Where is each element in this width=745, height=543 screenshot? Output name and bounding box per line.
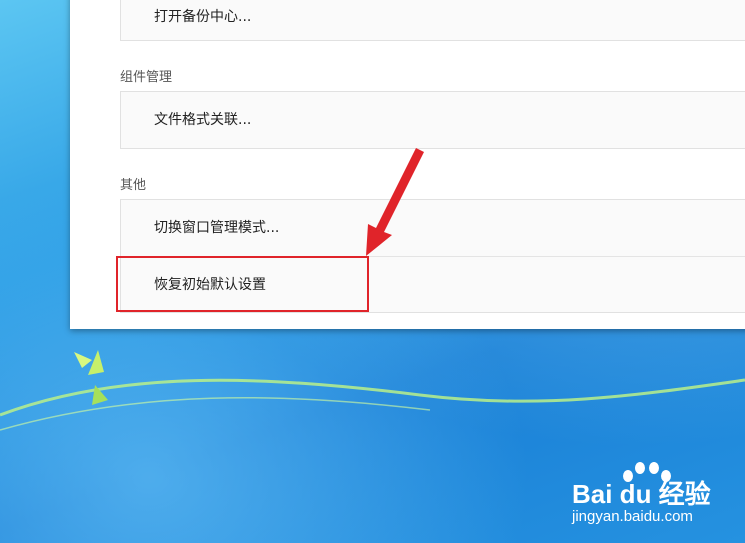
switch-window-mode-item[interactable]: 切换窗口管理模式...: [121, 200, 745, 256]
components-section-box: 文件格式关联...: [120, 91, 745, 149]
watermark-brand: Bai du 经验: [572, 479, 711, 509]
watermark-url: jingyan.baidu.com: [572, 508, 693, 525]
backup-section-box: 打开备份中心...: [120, 0, 745, 41]
bamboo-leaf-icon: [74, 350, 108, 405]
baidu-jingyan-watermark: Bai du 经验 jingyan.baidu.com: [570, 462, 740, 532]
file-format-association-item[interactable]: 文件格式关联...: [121, 92, 745, 148]
open-backup-center-item[interactable]: 打开备份中心...: [121, 0, 745, 45]
section-label-other: 其他: [120, 178, 147, 193]
annotation-highlight-box: [116, 256, 369, 312]
section-label-components: 组件管理: [120, 70, 173, 85]
